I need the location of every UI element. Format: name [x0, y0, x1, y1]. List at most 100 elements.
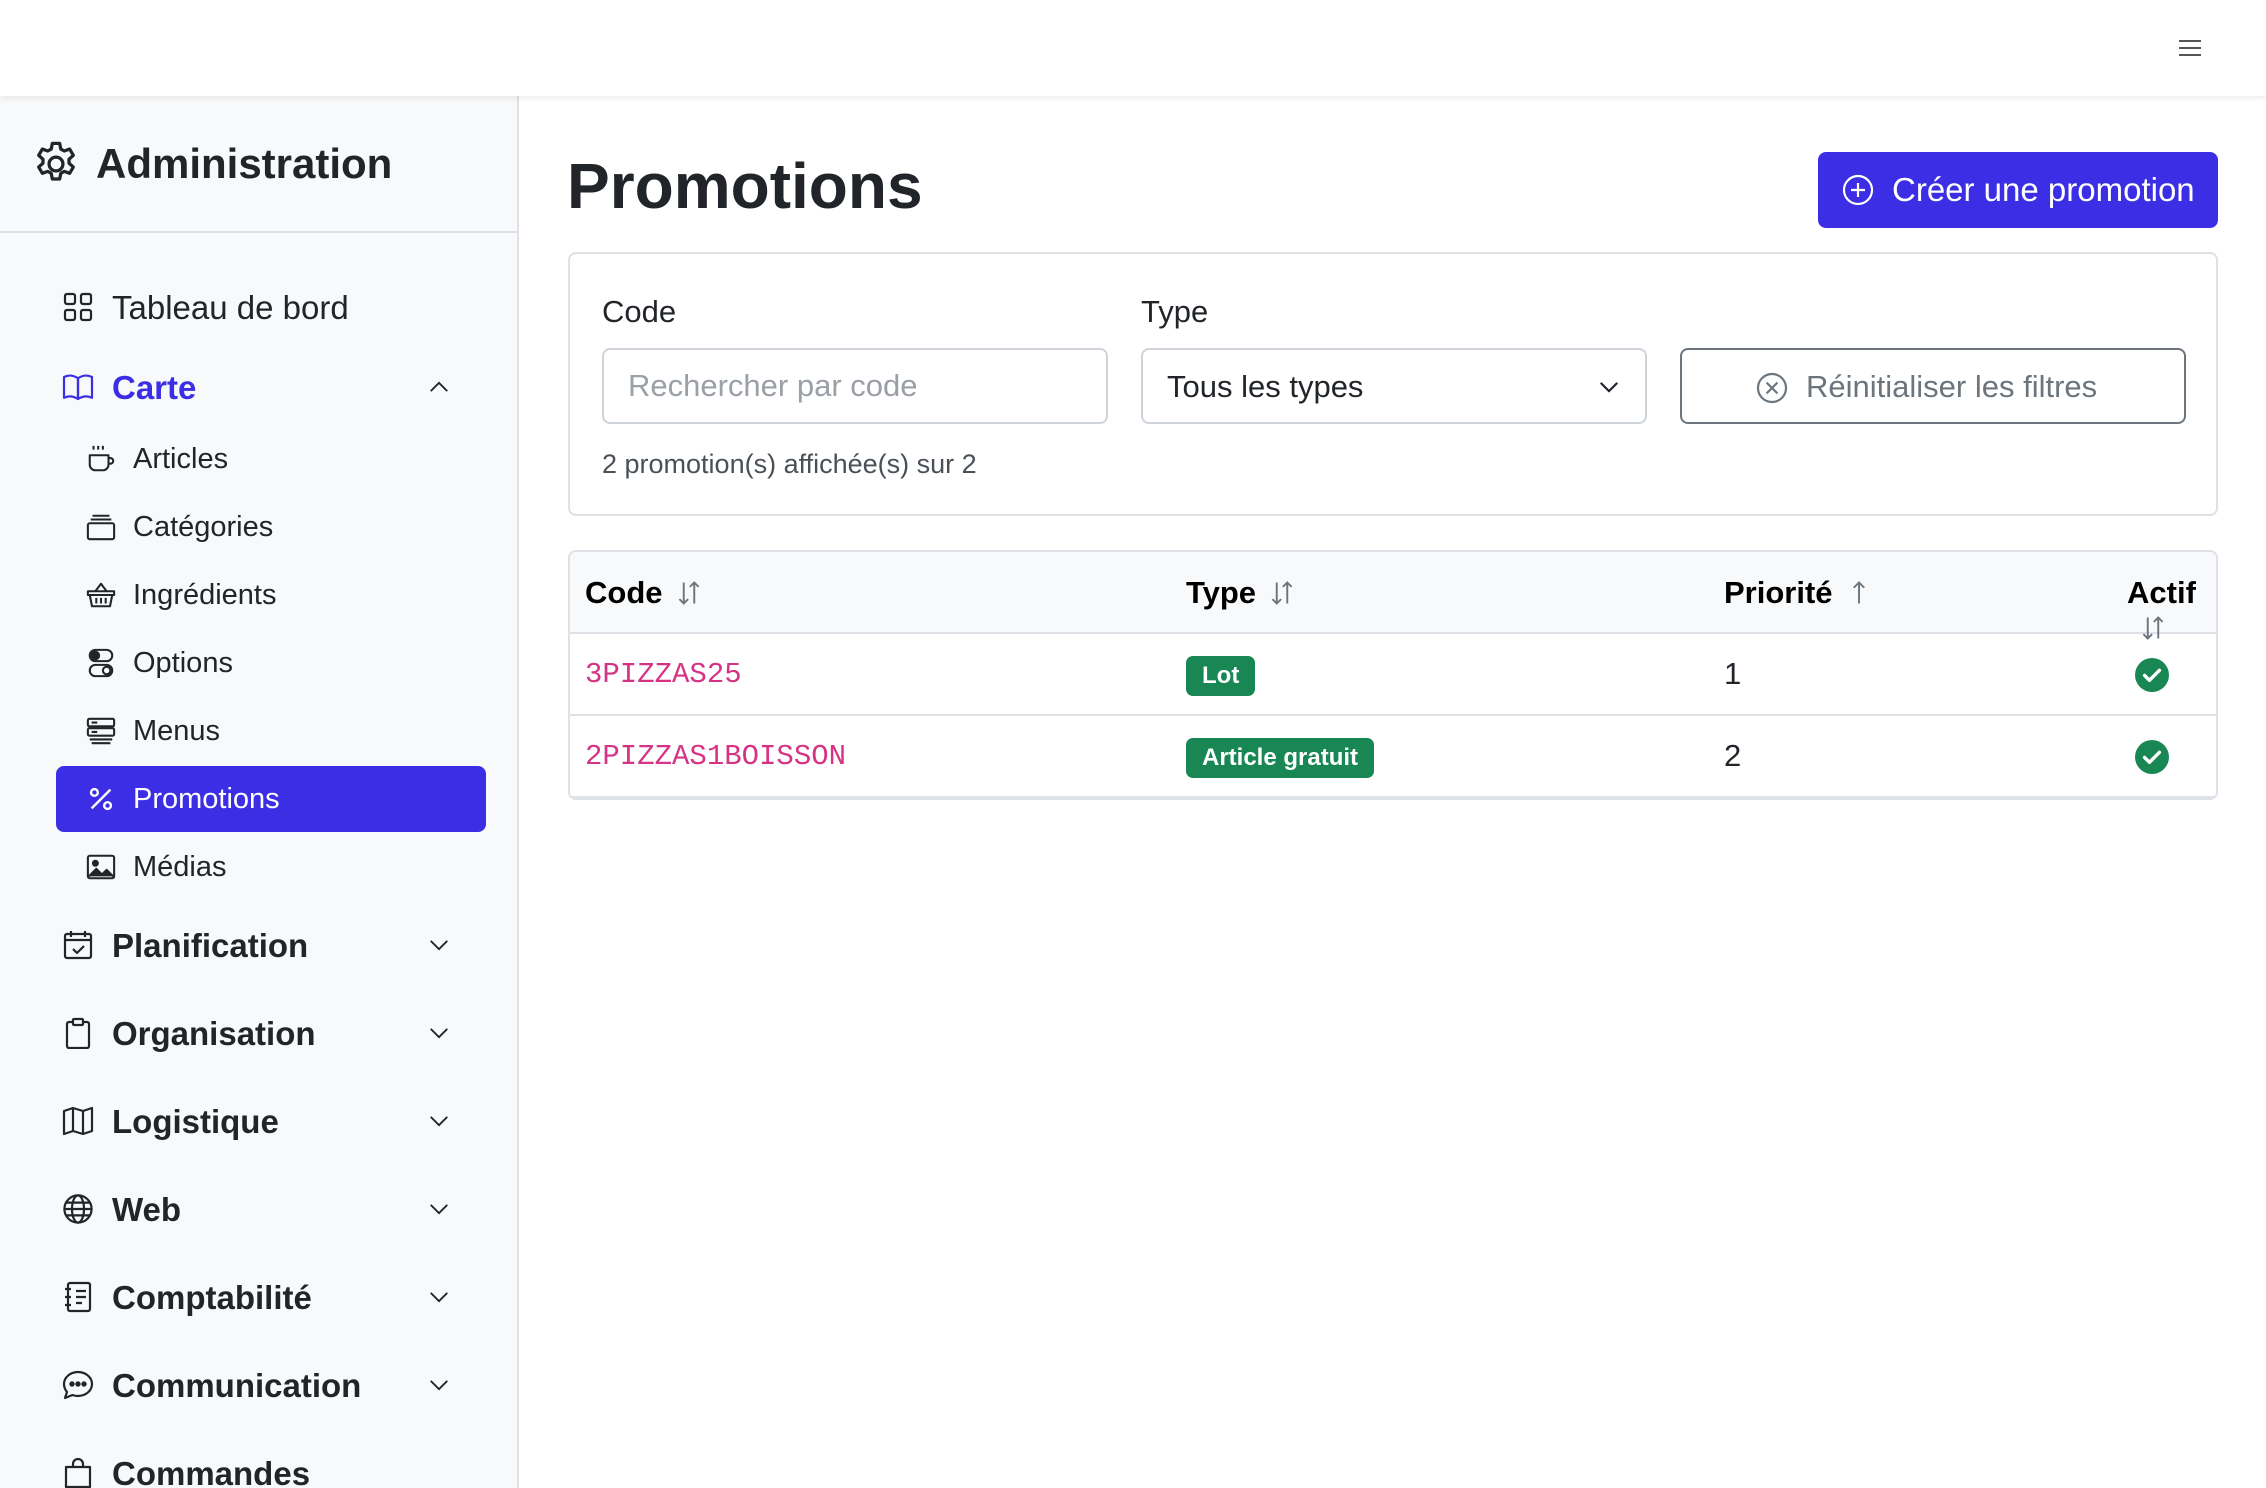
table-header: Code Type Priorité Actif — [570, 552, 2216, 640]
main-content: Promotions Créer une promotion Code Type… — [521, 96, 2266, 1488]
globe-icon — [63, 1194, 93, 1224]
chevron-up-icon — [430, 381, 448, 392]
sidebar-item-label: Communication — [112, 1367, 362, 1404]
sidebar-item-label: Logistique — [112, 1103, 279, 1140]
column-header-code[interactable]: Code — [585, 572, 703, 614]
chevron-down-icon — [430, 1292, 448, 1303]
sidebar-item-tableau-de-bord[interactable]: Tableau de bord — [56, 276, 476, 336]
sidebar-subitem-label: Catégories — [133, 511, 274, 543]
sidebar-subitem-articles[interactable]: Articles — [56, 426, 486, 492]
chevron-down-icon — [1599, 382, 1619, 393]
results-count: 2 promotion(s) affichée(s) sur 2 — [602, 449, 977, 479]
promotion-code[interactable]: 3PIZZAS25 — [585, 656, 742, 694]
type-select-value: Tous les types — [1167, 369, 1364, 404]
journal-icon — [65, 1281, 92, 1313]
stack-icon — [86, 717, 116, 745]
column-header-type[interactable]: Type — [1186, 572, 1296, 614]
reset-filters-label: Réinitialiser les filtres — [1806, 369, 2098, 404]
column-header-label: Actif — [2127, 575, 2196, 610]
gear-icon — [37, 141, 75, 181]
type-filter-label: Type — [1141, 294, 1209, 329]
priority-value: 2 — [1724, 738, 1742, 773]
table-row[interactable]: 3PIZZAS25 Lot 1 — [570, 634, 2216, 716]
chevron-down-icon — [430, 1028, 448, 1039]
top-bar — [0, 0, 2266, 96]
sidebar-subitem-ingredients[interactable]: Ingrédients — [56, 562, 486, 628]
sidebar-subitem-options[interactable]: Options — [56, 630, 486, 696]
sidebar-item-label: Organisation — [112, 1015, 316, 1052]
sidebar-subitem-label: Menus — [133, 715, 221, 747]
filters-card: Code Type Tous les types Réinitialiser l… — [568, 252, 2218, 516]
basket-icon — [86, 582, 116, 608]
sidebar-title: Administration — [96, 140, 393, 187]
sidebar-item-label: Comptabilité — [112, 1279, 312, 1316]
toggles-icon — [88, 648, 114, 678]
sidebar-subitem-label: Médias — [133, 851, 227, 883]
plus-circle-icon — [1842, 174, 1874, 206]
percent-icon — [89, 787, 113, 811]
sidebar-subitem-promotions[interactable]: Promotions — [56, 766, 486, 832]
sidebar-item-carte[interactable]: Carte — [56, 356, 476, 416]
sidebar-subitem-label: Articles — [133, 443, 229, 475]
dashboard-grid-icon — [63, 292, 93, 322]
sidebar-item-planification[interactable]: Planification — [56, 914, 476, 974]
sidebar-item-label: Carte — [112, 369, 197, 406]
bag-icon — [64, 1457, 92, 1488]
chat-icon — [62, 1370, 94, 1400]
type-select[interactable]: Tous les types — [1141, 348, 1647, 424]
column-header-label: Priorité — [1724, 575, 1833, 610]
sidebar-subitem-menus[interactable]: Menus — [56, 698, 486, 764]
x-circle-icon — [1756, 372, 1788, 404]
chevron-down-icon — [430, 1204, 448, 1215]
sidebar-subitem-label: Promotions — [133, 783, 280, 815]
book-icon — [62, 374, 94, 401]
map-icon — [62, 1106, 94, 1136]
promotions-table: Code Type Priorité Actif 3PIZZAS25 Lot 1… — [568, 550, 2218, 800]
sidebar-subitem-label: Options — [133, 647, 233, 679]
cup-icon — [88, 445, 115, 472]
collection-icon — [86, 514, 116, 541]
sort-icon — [678, 581, 699, 605]
type-badge: Lot — [1186, 656, 1256, 696]
create-promotion-button[interactable]: Créer une promotion — [1818, 152, 2218, 228]
sidebar-item-label: Tableau de bord — [112, 289, 349, 326]
sidebar-subitem-medias[interactable]: Médias — [56, 834, 486, 900]
check-circle-icon — [2135, 740, 2169, 774]
column-header-actif[interactable]: Actif — [2127, 572, 2216, 640]
page-title: Promotions — [567, 150, 923, 222]
column-header-priorite[interactable]: Priorité — [1724, 572, 1873, 614]
chevron-down-icon — [430, 1116, 448, 1127]
promotion-code[interactable]: 2PIZZAS1BOISSON — [585, 738, 846, 776]
sidebar-item-logistique[interactable]: Logistique — [56, 1090, 476, 1150]
sidebar-item-label: Web — [112, 1191, 182, 1228]
type-badge: Article gratuit — [1186, 738, 1375, 778]
reset-filters-button[interactable]: Réinitialiser les filtres — [1680, 348, 2186, 424]
sort-icon — [1271, 581, 1293, 605]
create-promotion-label: Créer une promotion — [1892, 171, 2195, 208]
chevron-down-icon — [430, 940, 448, 951]
sidebar-item-label: Commandes — [112, 1455, 311, 1488]
table-row[interactable]: 2PIZZAS1BOISSON Article gratuit 2 — [570, 716, 2216, 798]
priority-value: 1 — [1724, 656, 1742, 691]
code-search-input[interactable] — [602, 348, 1108, 424]
sort-ascending-icon — [1852, 581, 1865, 604]
sidebar-item-organisation[interactable]: Organisation — [56, 1002, 476, 1062]
sidebar-item-label: Planification — [112, 927, 309, 964]
sidebar-item-commandes[interactable]: Commandes — [56, 1442, 476, 1488]
sidebar-item-comptabilite[interactable]: Comptabilité — [56, 1266, 476, 1326]
code-filter-label: Code — [602, 294, 677, 329]
clipboard-icon — [65, 1017, 91, 1049]
column-header-label: Code — [585, 575, 663, 610]
sidebar: Administration Tableau de bord Carte Art… — [0, 96, 519, 1488]
sidebar-subitem-label: Ingrédients — [133, 579, 277, 611]
sidebar-item-web[interactable]: Web — [56, 1178, 476, 1238]
check-circle-icon — [2135, 658, 2169, 692]
sidebar-subitem-categories[interactable]: Catégories — [56, 494, 486, 560]
hamburger-icon[interactable] — [2172, 32, 2208, 64]
chevron-down-icon — [430, 1380, 448, 1391]
column-header-label: Type — [1186, 575, 1257, 610]
calendar-check-icon — [63, 931, 93, 960]
sidebar-item-communication[interactable]: Communication — [56, 1354, 476, 1414]
image-icon — [86, 854, 116, 880]
sidebar-header: Administration — [0, 96, 517, 233]
